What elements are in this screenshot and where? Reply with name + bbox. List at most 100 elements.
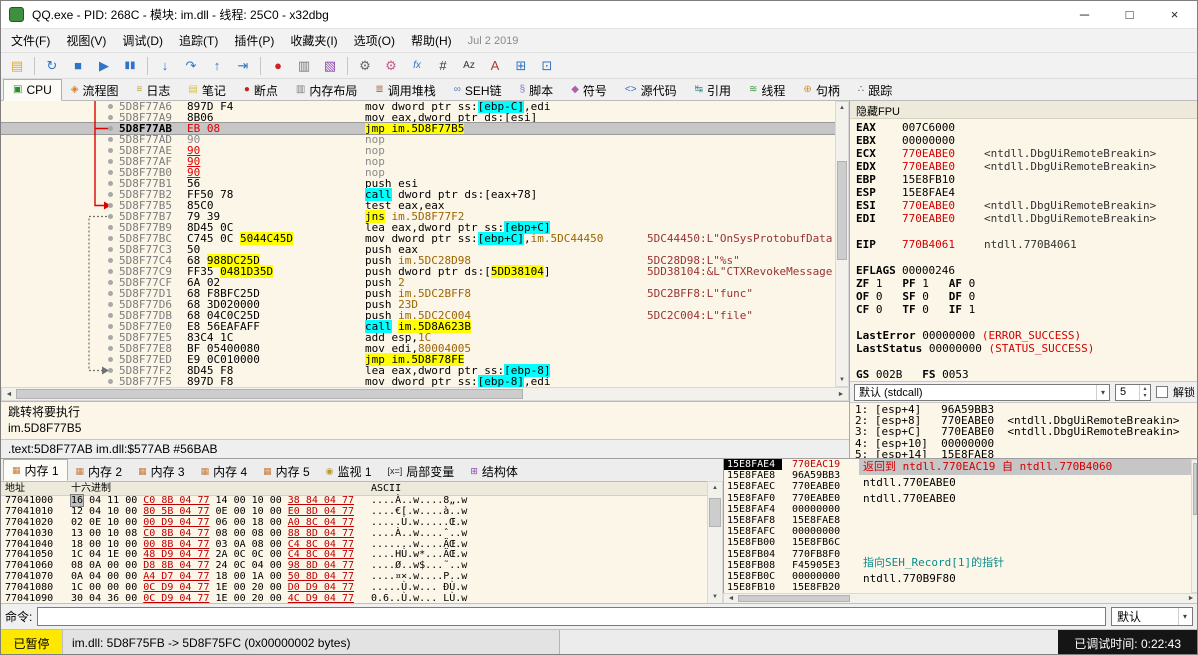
menu-item[interactable]: 视图(V) [58,28,114,53]
tab-cpu[interactable]: ▣ CPU [3,79,62,101]
unlock-checkbox[interactable] [1156,386,1168,398]
breakpoint-dot-icon[interactable] [108,335,113,340]
register-row-lasterror[interactable]: LastError 00000000 (ERROR_SUCCESS) [850,329,1197,342]
tab-call-stack[interactable]: ≣ 调用堆栈 [366,80,444,100]
text-button[interactable]: Az [457,55,481,77]
run-button[interactable]: ▶ [92,55,116,77]
windows-button[interactable]: ⊞ [509,55,533,77]
stack-row[interactable]: 15E8FAFC 00000000 [724,526,859,537]
scroll-down-icon[interactable]: ▼ [836,374,848,386]
scroll-thumb[interactable] [738,595,850,602]
breakpoint-dot-icon[interactable] [108,324,113,329]
highlight-button[interactable]: A [483,55,507,77]
maximize-button[interactable]: □ [1107,1,1152,28]
close-button[interactable]: × [1152,1,1197,28]
tab-references[interactable]: ↹ 引用 [686,80,740,100]
breakpoint-button[interactable]: ● [266,55,290,77]
breakpoint-dot-icon[interactable] [108,258,113,263]
register-row-eax[interactable]: EAX 007C6000 [850,121,1197,134]
stack-row[interactable]: 15E8FB08 F45905E3 [724,560,859,571]
register-row-edi[interactable]: EDI 770EABE0 <ntdll.DbgUiRemoteBreakin> [850,212,1197,225]
menu-item[interactable]: 调试(D) [114,28,171,53]
tab-script[interactable]: § 脚本 [511,80,563,100]
register-row-laststatus[interactable]: LastStatus 00000000 (STATUS_SUCCESS) [850,342,1197,355]
step-over-button[interactable]: ↷ [179,55,203,77]
arg-count-stepper[interactable]: 5 ▴ ▾ [1115,383,1151,401]
scroll-left-icon[interactable]: ◄ [2,388,16,400]
stack-row[interactable]: 15E8FAE4 770EAC19 [724,459,859,471]
stack-comment-row[interactable]: 返回到 ntdll.770EAC19 自 ntdll.770B4060 [859,459,1191,475]
scroll-up-icon[interactable]: ▲ [836,102,848,114]
tab-log[interactable]: ≡ 日志 [128,80,180,100]
breakpoint-dot-icon[interactable] [108,368,113,373]
breakpoint-dot-icon[interactable] [108,247,113,252]
tab-trace[interactable]: ∴ 跟踪 [849,80,901,100]
stack-row[interactable]: 15E8FAF0 770EABE0 [724,493,859,504]
flags-row[interactable]: OF 0 SF 0 DF 0 [850,290,1197,303]
stop-button[interactable]: ■ [66,55,90,77]
breakpoint-dot-icon[interactable] [108,280,113,285]
menu-item[interactable]: 选项(O) [346,28,403,53]
step-into-button[interactable]: ↓ [153,55,177,77]
tab-memory-3[interactable]: ▦ 内存 3 [130,462,193,481]
scroll-thumb[interactable] [837,160,847,260]
breakpoint-dot-icon[interactable] [108,313,113,318]
register-row-ebx[interactable]: EBX 00000000 [850,134,1197,147]
register-row-eip[interactable]: EIP 770B4061 ntdll.770B4061 [850,238,1197,251]
tab-struct[interactable]: ⊞ 结构体 [462,462,526,481]
flags-row[interactable]: ZF 1 PF 1 AF 0 [850,277,1197,290]
pause-button[interactable]: ▮▮ [118,55,142,77]
breakpoint-dot-icon[interactable] [108,181,113,186]
stack-row[interactable]: 15E8FB0C 00000000 [724,571,859,582]
register-row-edx[interactable]: EDX 770EABE0 <ntdll.DbgUiRemoteBreakin> [850,160,1197,173]
breakpoint-dot-icon[interactable] [108,236,113,241]
tab-breakpoints[interactable]: ● 断点 [235,80,287,100]
flags-row[interactable]: GS 002B FS 0053 [850,368,1197,381]
command-input[interactable] [37,607,1106,626]
scroll-thumb[interactable] [709,497,721,527]
breakpoint-dot-icon[interactable] [108,170,113,175]
menu-item[interactable]: 帮助(H) [403,28,460,53]
menu-item[interactable]: 插件(P) [226,28,282,53]
calling-convention-select[interactable]: 默认 (stdcall) ▾ [854,383,1110,401]
tab-threads[interactable]: ≋ 线程 [740,80,794,100]
step-out-button[interactable]: ↑ [205,55,229,77]
scroll-thumb[interactable] [1193,462,1197,516]
breakpoint-dot-icon[interactable] [108,269,113,274]
breakpoint-dot-icon[interactable] [108,225,113,230]
register-row-esp[interactable]: ESP 15E8FAE4 [850,186,1197,199]
plugins-button[interactable]: ⚙ [379,55,403,77]
breakpoint-dot-icon[interactable] [108,137,113,142]
stack-row[interactable]: 15E8FAF8 15E8FAE8 [724,515,859,526]
stack-row[interactable]: 15E8FAEC 770EABE0 [724,481,859,492]
stack-comment-row[interactable]: 指向SEH_Record[1]的指针 [859,555,1191,571]
memory-map-button[interactable]: ▥ [292,55,316,77]
register-row-ebp[interactable]: EBP 15E8FB10 [850,173,1197,186]
tab-memory-1[interactable]: ▦ 内存 1 [3,459,68,481]
restart-button[interactable]: ↻ [40,55,64,77]
stack-arg-row[interactable]: 5: [esp+14] 15E8FAE8 [850,449,1197,458]
menu-item[interactable]: 文件(F) [3,28,58,53]
tab-memory-map[interactable]: ▥ 内存布局 [287,80,366,100]
flags-row[interactable]: CF 0 TF 0 IF 1 [850,303,1197,316]
command-profile-select[interactable]: 默认 ▾ [1111,607,1193,626]
tab-handles[interactable]: ⊕ 句柄 [794,80,848,100]
breakpoint-dot-icon[interactable] [108,148,113,153]
stack-comment-row[interactable] [859,523,1191,539]
stack-row[interactable]: 15E8FB10 15E8FB20 [724,582,859,593]
stack-comment-row[interactable]: ntdll.770EABE0 [859,475,1191,491]
scroll-down-icon[interactable]: ▼ [708,591,722,603]
tab-graph[interactable]: ◈ 流程图 [62,80,128,100]
register-row-ecx[interactable]: ECX 770EABE0 <ntdll.DbgUiRemoteBreakin> [850,147,1197,160]
tab-memory-2[interactable]: ▦ 内存 2 [68,462,131,481]
memory-vertical-scrollbar[interactable]: ▲ ▼ [707,481,723,604]
stack-comment-row[interactable]: ntdll.770B9F80 [859,571,1191,587]
spin-up-icon[interactable]: ▴ [1140,385,1150,393]
calculator-button[interactable]: fx [405,55,429,77]
tab-notes[interactable]: ▤ 笔记 [179,80,234,100]
tab-seh-chain[interactable]: ∞ SEH链 [445,80,511,100]
run-to-cursor-button[interactable]: ⇥ [231,55,255,77]
settings-button[interactable]: ⚙ [353,55,377,77]
breakpoint-dot-icon[interactable] [108,291,113,296]
tab-watch-1[interactable]: ◉ 监视 1 [318,462,380,481]
